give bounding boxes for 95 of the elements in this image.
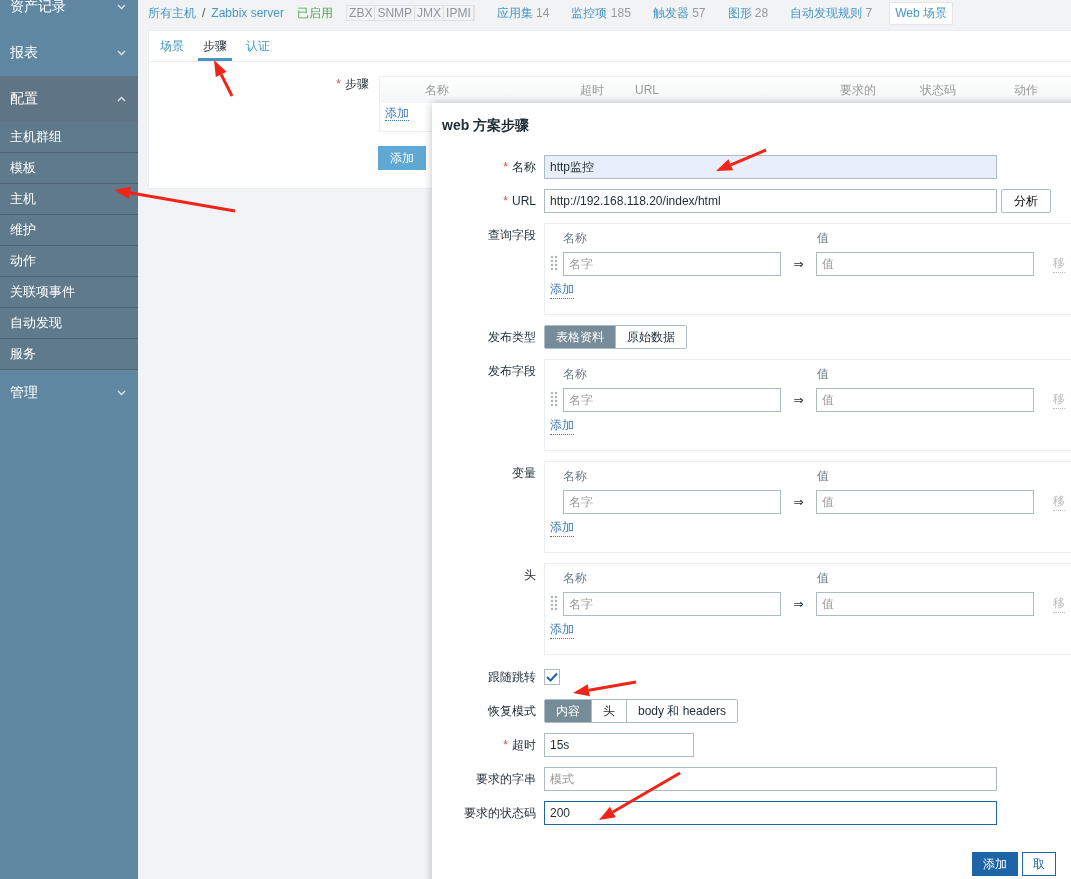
column-header: 超时 <box>580 82 604 97</box>
breadcrumb-link[interactable]: 所有主机 <box>148 4 196 22</box>
interface-badge: ZBX <box>347 6 376 20</box>
host-tab[interactable]: 应用集 14 <box>491 2 555 24</box>
field-label: 要求的状态码 <box>463 805 537 822</box>
interface-badge: SNMP <box>375 6 416 20</box>
column-header: 名称 <box>425 82 449 97</box>
status-label: 已启用 <box>297 4 334 22</box>
name-field[interactable]: 名字 <box>563 490 781 514</box>
breadcrumb-link[interactable]: Zabbix server <box>211 6 285 20</box>
field-label: 变量 <box>511 465 537 482</box>
field-label: 恢复模式 <box>487 703 537 720</box>
parse-button[interactable]: 分析 <box>1001 189 1051 213</box>
menu-item[interactable]: 关联项事件 <box>0 277 138 308</box>
add-link[interactable]: 添加 <box>385 106 409 121</box>
form-tab[interactable]: 认证 <box>241 31 275 61</box>
text-field[interactable]: 15s <box>544 733 694 757</box>
name-field[interactable]: 名字 <box>563 388 781 412</box>
drag-handle-icon[interactable] <box>550 595 558 613</box>
chevron-down-icon <box>117 50 126 56</box>
field-label: 跟随跳转 <box>487 669 537 686</box>
form-tab[interactable]: 步骤 <box>198 31 232 61</box>
value-field[interactable]: 值 <box>816 388 1034 412</box>
column-header: 值 <box>817 570 829 587</box>
drag-handle-icon[interactable] <box>550 391 558 409</box>
field-label: 查询字段 <box>487 227 537 244</box>
menu-section[interactable]: 资产记录 <box>0 0 138 30</box>
chevron-down-icon <box>117 4 126 10</box>
text-field[interactable]: http://192.168.118.20/index/html <box>544 189 997 213</box>
value-field[interactable]: 值 <box>816 592 1034 616</box>
column-header: 值 <box>817 366 829 383</box>
arrow-icon: ⇒ <box>781 495 816 509</box>
field-label: 头 <box>523 567 537 584</box>
menu-item[interactable]: 维护 <box>0 215 138 246</box>
text-field[interactable]: http监控 <box>544 155 997 179</box>
arrow-icon: ⇒ <box>781 393 816 407</box>
arrow-icon: ⇒ <box>781 257 816 271</box>
host-tab[interactable]: 自动发现规则 7 <box>785 2 878 24</box>
menu-section[interactable]: 配置 <box>0 76 138 122</box>
chevron-up-icon <box>117 96 126 102</box>
column-header: 要求的 <box>840 82 876 97</box>
host-tab[interactable]: 图形 28 <box>722 2 774 24</box>
menu-item[interactable]: 主机群组 <box>0 122 138 153</box>
chevron-down-icon <box>117 390 126 396</box>
add-button[interactable]: 添加 <box>972 852 1018 876</box>
menu-section[interactable]: 报表 <box>0 30 138 76</box>
column-header: 动作 <box>1014 82 1038 97</box>
drag-handle-icon[interactable] <box>550 255 558 273</box>
text-field[interactable]: 200 <box>544 801 997 825</box>
column-header: 状态码 <box>920 82 956 97</box>
column-header: 名称 <box>563 570 588 587</box>
field-label: * 步骤 <box>335 76 370 93</box>
host-tab[interactable]: 触发器 57 <box>647 2 711 24</box>
segment-option[interactable]: 表格资料 <box>545 326 616 348</box>
field-label: * URL <box>502 193 537 210</box>
name-field[interactable]: 名字 <box>563 592 781 616</box>
field-label: * 超时 <box>502 737 537 754</box>
menu-item[interactable]: 动作 <box>0 246 138 277</box>
interface-badge: IPMI <box>444 6 474 20</box>
field-label: * 名称 <box>502 159 537 176</box>
menu-section[interactable]: 管理 <box>0 370 138 416</box>
value-field[interactable]: 值 <box>816 490 1034 514</box>
column-header: 名称 <box>563 230 588 247</box>
add-link[interactable]: 添加 <box>550 519 574 537</box>
checkbox[interactable] <box>544 669 560 685</box>
column-header: 值 <box>817 230 829 247</box>
host-tab[interactable]: 监控项 185 <box>566 2 636 24</box>
value-field[interactable]: 值 <box>816 252 1034 276</box>
menu-item[interactable]: 服务 <box>0 339 138 370</box>
annotation-arrow <box>214 60 234 97</box>
field-label: 发布字段 <box>487 363 537 380</box>
segment-option[interactable]: 内容 <box>545 700 592 722</box>
add-link[interactable]: 添加 <box>550 621 574 639</box>
column-header: 名称 <box>563 366 588 383</box>
interface-badge: JMX <box>415 6 445 20</box>
column-header: 名称 <box>563 468 588 485</box>
host-tab[interactable]: Web 场景 <box>889 1 954 25</box>
field-label: 发布类型 <box>487 329 537 346</box>
add-link[interactable]: 添加 <box>550 417 574 435</box>
form-tab[interactable]: 场景 <box>155 31 189 61</box>
dialog-title: web 方案步骤 <box>442 117 531 135</box>
annotation-arrow <box>573 680 637 697</box>
name-field[interactable]: 名字 <box>563 252 781 276</box>
menu-item[interactable]: 模板 <box>0 153 138 184</box>
field-label: 要求的字串 <box>475 771 537 788</box>
arrow-icon: ⇒ <box>781 597 816 611</box>
add-link[interactable]: 添加 <box>550 281 574 299</box>
text-field[interactable]: 模式 <box>544 767 997 791</box>
breadcrumb-separator: / <box>202 6 206 20</box>
menu-item[interactable]: 自动发现 <box>0 308 138 339</box>
column-header: 值 <box>817 468 829 485</box>
cancel-button[interactable]: 取 <box>1022 852 1056 876</box>
add-button[interactable]: 添加 <box>378 146 426 170</box>
column-header: URL <box>635 83 659 97</box>
annotation-arrow <box>716 148 767 171</box>
